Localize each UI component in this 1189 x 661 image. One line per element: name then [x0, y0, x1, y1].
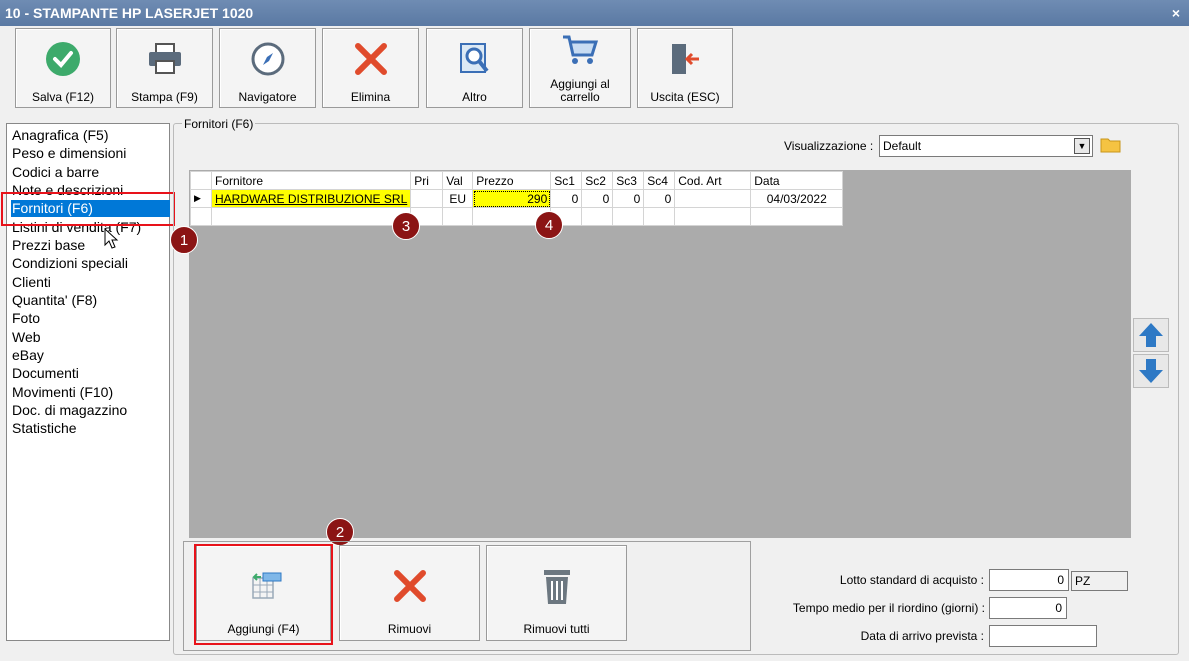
view-label: Visualizzazione : [784, 139, 874, 153]
exit-label: Uscita (ESC) [650, 90, 720, 104]
nav-peso-dimensioni[interactable]: Peso e dimensioni [12, 145, 126, 162]
step-badge-4: 4 [535, 211, 563, 239]
lot-unit: PZ [1071, 571, 1128, 591]
save-button[interactable]: Salva (F12) [15, 28, 111, 108]
mouse-cursor-icon [104, 228, 119, 249]
nav-codici-barre[interactable]: Codici a barre [12, 164, 99, 181]
step-badge-1: 1 [170, 226, 198, 254]
cart-icon [563, 35, 599, 64]
col-sc3[interactable]: Sc3 [612, 171, 645, 190]
table-header-row: Fornitore Pri Val Prezzo Sc1 Sc2 Sc3 Sc4… [190, 171, 844, 190]
col-prezzo[interactable]: Prezzo [472, 171, 552, 190]
other-button[interactable]: Altro [426, 28, 523, 108]
cell-fornitore[interactable]: HARDWARE DISTRIBUZIONE SRL [210, 189, 412, 208]
navigator-label: Navigatore [238, 90, 297, 104]
delete-button[interactable]: Elimina [322, 28, 419, 108]
arrow-up-icon [1139, 323, 1163, 347]
window-title: 10 - STAMPANTE HP LASERJET 1020 [5, 5, 254, 21]
suppliers-table: Fornitore Pri Val Prezzo Sc1 Sc2 Sc3 Sc4… [190, 171, 844, 226]
col-sc4[interactable]: Sc4 [643, 171, 676, 190]
col-sc1[interactable]: Sc1 [550, 171, 583, 190]
col-cod-art[interactable]: Cod. Art [674, 171, 752, 190]
add-to-cart-button[interactable]: Aggiungi al carrello [529, 28, 631, 108]
print-button[interactable]: Stampa (F9) [116, 28, 213, 108]
remove-all-button[interactable]: Rimuovi tutti [486, 545, 627, 641]
nav-statistiche[interactable]: Statistiche [12, 420, 77, 437]
folder-icon[interactable] [1098, 134, 1124, 156]
nav-ebay[interactable]: eBay [12, 347, 44, 364]
delete-x-icon [393, 570, 426, 602]
save-label: Salva (F12) [31, 90, 95, 104]
checkmark-icon [46, 42, 80, 76]
chevron-down-icon[interactable]: ▼ [1074, 138, 1090, 154]
compass-icon [251, 42, 284, 76]
navigator-button[interactable]: Navigatore [219, 28, 316, 108]
col-val[interactable]: Val [442, 171, 474, 190]
cell-sc3[interactable]: 0 [612, 189, 645, 208]
cell-cod-art[interactable] [674, 189, 752, 208]
remove-supplier-label: Rimuovi [387, 622, 432, 636]
search-document-icon [459, 43, 489, 73]
close-icon[interactable]: × [1172, 0, 1180, 26]
title-bar: 10 - STAMPANTE HP LASERJET 1020 × [0, 0, 1189, 26]
col-data[interactable]: Data [750, 171, 844, 190]
arrival-input[interactable] [989, 625, 1097, 647]
nav-documenti[interactable]: Documenti [12, 365, 79, 382]
reorder-label: Tempo medio per il riordino (giorni) : [792, 601, 985, 615]
highlight-box-fornitori [1, 192, 175, 226]
exit-button[interactable]: Uscita (ESC) [637, 28, 733, 108]
col-sc2[interactable]: Sc2 [581, 171, 614, 190]
lot-label: Lotto standard di acquisto : [839, 573, 984, 587]
cell-val[interactable]: EU [442, 189, 474, 208]
step-badge-3: 3 [392, 212, 420, 240]
row-selector-header [190, 171, 212, 190]
col-fornitore[interactable]: Fornitore [210, 171, 412, 190]
highlight-box-add [194, 544, 333, 645]
add-to-cart-label: Aggiungi al carrello [550, 77, 610, 104]
arrow-down-icon [1139, 359, 1163, 383]
cell-data[interactable]: 04/03/2022 [750, 189, 844, 208]
move-down-button[interactable] [1133, 354, 1169, 388]
row-pointer-icon: ▶ [190, 189, 212, 208]
cell-sc2[interactable]: 0 [581, 189, 614, 208]
nav-movimenti[interactable]: Movimenti (F10) [12, 384, 113, 401]
view-select-value: Default [883, 139, 922, 153]
nav-anagrafica[interactable]: Anagrafica (F5) [12, 127, 108, 144]
nav-prezzi-base[interactable]: Prezzi base [12, 237, 85, 254]
cell-prezzo[interactable]: 290 [472, 189, 552, 208]
group-title: Fornitori (F6) [182, 117, 256, 131]
remove-supplier-button[interactable]: Rimuovi [339, 545, 480, 641]
table-row-empty[interactable] [190, 207, 844, 226]
cell-pri[interactable] [410, 189, 444, 208]
nav-doc-magazzino[interactable]: Doc. di magazzino [12, 402, 127, 419]
cell-sc4[interactable]: 0 [643, 189, 676, 208]
printer-icon [148, 43, 181, 74]
cell-sc1[interactable]: 0 [550, 189, 583, 208]
arrival-label: Data di arrivo prevista : [860, 629, 984, 643]
nav-web[interactable]: Web [12, 329, 41, 346]
nav-clienti[interactable]: Clienti [12, 274, 51, 291]
remove-all-label: Rimuovi tutti [523, 622, 590, 636]
suppliers-grid: Fornitore Pri Val Prezzo Sc1 Sc2 Sc3 Sc4… [189, 170, 1131, 538]
delete-label: Elimina [350, 90, 391, 104]
nav-condizioni-speciali[interactable]: Condizioni speciali [12, 255, 128, 272]
nav-quantita[interactable]: Quantita' (F8) [12, 292, 97, 309]
delete-x-icon [354, 43, 387, 75]
exit-door-icon [672, 44, 699, 74]
trash-icon [543, 570, 570, 604]
col-pri[interactable]: Pri [410, 171, 444, 190]
nav-foto[interactable]: Foto [12, 310, 40, 327]
move-up-button[interactable] [1133, 318, 1169, 352]
table-row[interactable]: ▶ HARDWARE DISTRIBUZIONE SRL EU 290 0 0 … [190, 189, 844, 208]
lot-input[interactable]: 0 [989, 569, 1069, 591]
print-label: Stampa (F9) [131, 90, 198, 104]
other-label: Altro [462, 90, 487, 104]
reorder-input[interactable]: 0 [989, 597, 1067, 619]
view-select[interactable]: Default ▼ [879, 135, 1093, 157]
